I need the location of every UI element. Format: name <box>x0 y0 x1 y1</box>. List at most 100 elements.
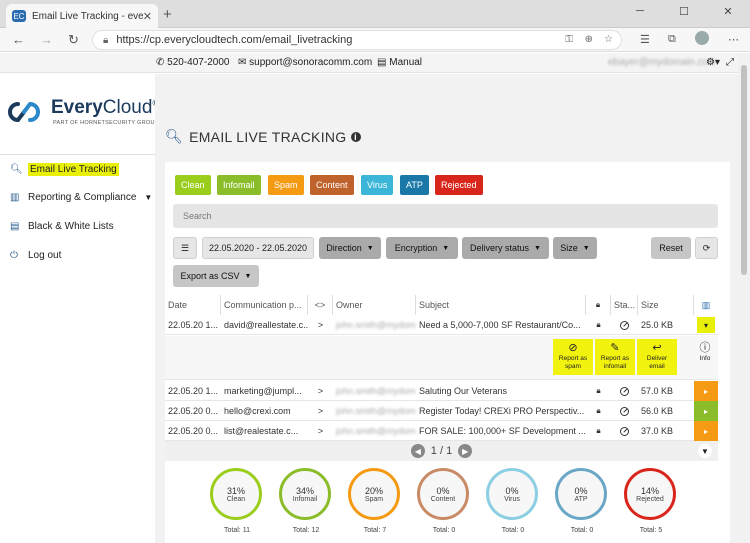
ring-circle: 0% Virus <box>486 468 538 520</box>
size-dropdown[interactable]: Size ▼ <box>553 237 597 259</box>
scroll-down-button[interactable]: ▼ <box>698 444 712 458</box>
maximize-icon[interactable]: ☐ <box>662 0 706 22</box>
phone-item[interactable]: ✆ 520-407-2000 <box>156 57 229 68</box>
sidebar-item-label: Log out <box>28 249 62 261</box>
cell-direction: > <box>317 406 324 416</box>
column-header-status[interactable]: Sta... <box>611 295 638 315</box>
column-header-subject[interactable]: Subject <box>416 295 586 315</box>
profile-avatar[interactable] <box>695 31 709 45</box>
column-header-encryption[interactable]: 🔒︎ <box>586 295 611 315</box>
refresh-button[interactable]: ⟳ <box>695 237 718 259</box>
report-infomail-button[interactable]: ✎ Report as infomail <box>595 339 635 375</box>
cell-communication: david@reallestate.c... <box>224 320 308 330</box>
row-open-button[interactable]: ▸ <box>694 401 718 421</box>
top-info-bar: ✆ 520-407-2000 ✉ support@sonoracomm.com … <box>0 53 738 73</box>
column-header-size[interactable]: Size <box>638 295 694 315</box>
next-page-button[interactable]: ▶ <box>458 444 473 458</box>
browser-tab[interactable]: EC Email Live Tracking - everycloud ✕ <box>6 4 158 28</box>
cell-subject: Saluting Our Veterans <box>419 386 508 396</box>
ring-circle: 14% Rejected <box>624 468 676 520</box>
close-tab-icon[interactable]: ✕ <box>143 10 152 23</box>
column-header-date[interactable]: Date <box>165 295 221 315</box>
back-icon[interactable]: ← <box>12 32 25 47</box>
stat-percent: 34% <box>295 485 314 496</box>
reload-icon[interactable]: ↻ <box>68 32 79 48</box>
stat-ring-content[interactable]: 0% Content Total: 0 <box>417 468 471 534</box>
sidebar-item-black-white-lists[interactable]: ▤ Black & White Lists <box>0 212 155 240</box>
lock-icon: 🔒︎ <box>596 426 601 435</box>
reset-button[interactable]: Reset <box>651 237 691 259</box>
column-header-owner[interactable]: Owner <box>333 295 416 315</box>
stat-ring-infomail[interactable]: 34% Infomail Total: 12 <box>279 468 333 534</box>
key-icon[interactable]: ⚿ <box>565 34 573 45</box>
minimize-icon[interactable]: ─ <box>618 0 662 22</box>
lock-icon: 🔒︎ <box>596 406 601 415</box>
search-input[interactable]: Search <box>173 204 718 228</box>
category-atp-button[interactable]: ATP <box>400 175 429 195</box>
category-content-button[interactable]: Content <box>310 175 354 195</box>
status-blocked-icon <box>611 401 638 421</box>
expand-icon[interactable]: ⤢ <box>726 57 734 68</box>
category-infomail-button[interactable]: Infomail <box>217 175 261 195</box>
favorites-icon[interactable]: ☰ <box>640 33 650 46</box>
url-field[interactable]: 🔒︎ https://cp.everycloudtech.com/email_l… <box>92 30 622 50</box>
row-toggle-button[interactable]: ▾ <box>697 317 715 333</box>
encryption-dropdown[interactable]: Encryption ▼ <box>386 237 458 259</box>
cell-owner: john.smith@mydomain.com <box>336 386 416 396</box>
stat-ring-spam[interactable]: 20% Spam Total: 7 <box>348 468 402 534</box>
window-close-icon[interactable]: ✕ <box>706 0 750 22</box>
zoom-icon[interactable]: ⊕ <box>585 34 593 45</box>
export-csv-button[interactable]: Export as CSV ▼ <box>173 265 259 287</box>
direction-dropdown[interactable]: Direction ▼ <box>319 237 381 259</box>
columns-config-icon[interactable]: ▥ <box>694 295 718 315</box>
report-spam-button[interactable]: ⊘ Report as spam <box>553 339 593 375</box>
prev-page-button[interactable]: ◀ <box>410 444 425 458</box>
column-header-communication[interactable]: Communication p... <box>221 295 308 315</box>
category-clean-button[interactable]: Clean <box>175 175 211 195</box>
category-virus-button[interactable]: Virus <box>361 175 394 195</box>
settings-icon[interactable]: ⚙▾ <box>706 57 720 68</box>
info-icon: ⓘ <box>699 342 711 354</box>
scrollbar-thumb[interactable] <box>741 65 747 275</box>
ring-circle: 34% Infomail <box>279 468 331 520</box>
delivery-status-dropdown[interactable]: Delivery status ▼ <box>462 237 549 259</box>
cell-size: 37.0 KB <box>641 426 674 436</box>
support-email-item[interactable]: ✉ support@sonoracomm.com <box>238 57 372 68</box>
action-label: Info <box>699 355 711 362</box>
action-label: email <box>649 363 665 370</box>
everycloud-logo[interactable]: EveryCloud® PART OF HORNETSECURITY GROUP <box>4 97 158 137</box>
table-row[interactable]: 22.05.20 1... david@reallestate.c... > j… <box>165 315 718 335</box>
table-row[interactable]: 22.05.20 0... list@realestate.c... > joh… <box>165 421 718 441</box>
column-header-direction[interactable]: <> <box>308 295 333 315</box>
info-button[interactable]: ⓘ Info <box>685 339 725 375</box>
favorite-star-icon[interactable]: ☆ <box>604 34 613 45</box>
forward-icon[interactable]: → <box>40 32 53 47</box>
user-email[interactable]: ebayer@mydomain.com <box>608 57 717 68</box>
page-scrollbar[interactable] <box>738 53 750 543</box>
cell-subject: FOR SALE: 100,000+ SF Development ... <box>419 426 586 436</box>
info-icon[interactable]: i <box>350 131 361 142</box>
date-range-picker[interactable]: 22.05.2020 - 22.05.2020 <box>202 237 314 259</box>
category-spam-button[interactable]: Spam <box>268 175 304 195</box>
list-view-button[interactable]: ☰ <box>173 237 197 259</box>
sidebar-item-logout[interactable]: ⏻ Log out <box>0 241 155 269</box>
lock-icon: 🔒︎ <box>596 386 601 395</box>
category-rejected-button[interactable]: Rejected <box>435 175 483 195</box>
stat-ring-clean[interactable]: 31% Clean Total: 11 <box>210 468 264 534</box>
new-tab-icon[interactable]: + <box>163 6 172 23</box>
stat-ring-atp[interactable]: 0% ATP Total: 0 <box>555 468 609 534</box>
collections-icon[interactable]: ⧉ <box>668 33 676 46</box>
row-open-button[interactable]: ▸ <box>694 421 718 441</box>
sidebar-item-email-live-tracking[interactable]: 🔍︎ Email Live Tracking <box>0 155 155 183</box>
table-row[interactable]: 22.05.20 0... hello@crexi.com > john.smi… <box>165 401 718 421</box>
row-open-button[interactable]: ▸ <box>694 381 718 401</box>
stat-ring-rejected[interactable]: 14% Rejected Total: 5 <box>624 468 678 534</box>
lock-icon: 🔒︎ <box>596 320 601 329</box>
stat-ring-virus[interactable]: 0% Virus Total: 0 <box>486 468 540 534</box>
stat-label: Infomail <box>292 495 318 503</box>
deliver-email-button[interactable]: ↩ Deliver email <box>637 339 677 375</box>
more-icon[interactable]: ⋯ <box>728 33 739 46</box>
manual-item[interactable]: ▤ Manual <box>377 57 422 68</box>
sidebar-item-reporting[interactable]: ▥ Reporting & Compliance ▼ <box>0 183 155 211</box>
table-row[interactable]: 22.05.20 1... marketing@jumpl... > john.… <box>165 381 718 401</box>
